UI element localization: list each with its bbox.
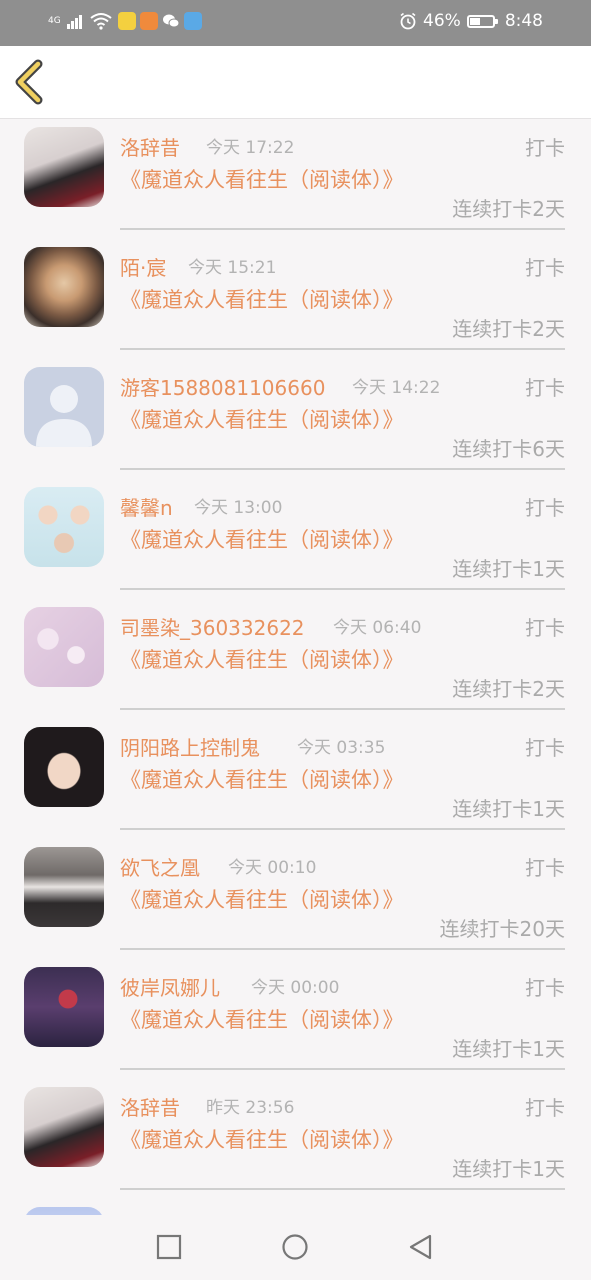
list-item[interactable]: 洛辞昔 昨天 23:56 打卡 《魔道众人看往生（阅读体）》 连续打卡1天	[0, 1079, 591, 1199]
divider	[120, 1188, 565, 1190]
wechat-icon	[162, 12, 180, 30]
streak-text: 连续打卡1天	[452, 1157, 565, 1181]
checkin-time: 昨天 23:56	[206, 1098, 295, 1118]
checkin-label: 打卡	[525, 976, 565, 1000]
checkin-label: 打卡	[525, 496, 565, 520]
streak-text: 连续打卡2天	[452, 677, 565, 701]
list-item[interactable]: 游客1588081106660 今天 14:22 打卡 《魔道众人看往生（阅读体…	[0, 359, 591, 479]
user-name[interactable]: 彼岸凤娜儿	[120, 975, 220, 1001]
book-title[interactable]: 《魔道众人看往生（阅读体）》	[120, 165, 404, 195]
avatar[interactable]	[24, 847, 104, 927]
book-title[interactable]: 《魔道众人看往生（阅读体）》	[120, 405, 404, 435]
list-item[interactable]: 洛辞昔 今天 17:22 打卡 《魔道众人看往生（阅读体）》 连续打卡2天	[0, 119, 591, 239]
user-name[interactable]: 馨馨n	[120, 495, 173, 521]
avatar[interactable]	[24, 607, 104, 687]
list-item[interactable]: 馨馨n 今天 13:00 打卡 《魔道众人看往生（阅读体）》 连续打卡1天	[0, 479, 591, 599]
streak-text: 连续打卡1天	[452, 557, 565, 581]
book-title[interactable]: 《魔道众人看往生（阅读体）》	[120, 1005, 404, 1035]
streak-text: 连续打卡6天	[452, 437, 565, 461]
recent-apps-icon[interactable]	[155, 1233, 183, 1261]
checkin-label: 打卡	[525, 1096, 565, 1120]
checkin-label: 打卡	[525, 256, 565, 280]
back-triangle-icon[interactable]	[406, 1233, 434, 1261]
divider	[120, 348, 565, 350]
divider	[120, 588, 565, 590]
list-item[interactable]: 欲飞之凰 今天 00:10 打卡 《魔道众人看往生（阅读体）》 连续打卡20天	[0, 839, 591, 959]
avatar[interactable]	[24, 1087, 104, 1167]
clock: 8:48	[504, 11, 543, 31]
book-title[interactable]: 《魔道众人看往生（阅读体）》	[120, 1125, 404, 1155]
avatar[interactable]	[24, 487, 104, 567]
checkin-time: 今天 13:00	[194, 498, 283, 518]
list-item[interactable]: 阴阳路上控制鬼 今天 03:35 打卡 《魔道众人看往生（阅读体）》 连续打卡1…	[0, 719, 591, 839]
checkin-label: 打卡	[525, 856, 565, 880]
checkin-label: 打卡	[525, 376, 565, 400]
checkin-time: 今天 06:40	[333, 618, 422, 638]
battery-icon	[466, 14, 498, 28]
user-name[interactable]: 洛辞昔	[120, 135, 180, 161]
checkin-time: 今天 03:35	[297, 738, 386, 758]
avatar[interactable]	[24, 127, 104, 207]
book-title[interactable]: 《魔道众人看往生（阅读体）》	[120, 645, 404, 675]
app-notification-icon	[117, 12, 136, 30]
divider	[120, 1068, 565, 1070]
avatar[interactable]	[24, 967, 104, 1047]
streak-text: 连续打卡2天	[452, 317, 565, 341]
checkin-time: 今天 00:00	[251, 978, 340, 998]
avatar[interactable]	[24, 247, 104, 327]
user-name[interactable]: 陌·宸	[120, 255, 166, 281]
streak-text: 连续打卡1天	[452, 1037, 565, 1061]
streak-text: 连续打卡20天	[439, 917, 565, 941]
browser-app-icon	[183, 12, 202, 30]
signal-icon	[66, 13, 82, 29]
user-name[interactable]: 阴阳路上控制鬼	[120, 735, 260, 761]
checkin-label: 打卡	[525, 736, 565, 760]
checkin-time: 今天 17:22	[206, 138, 295, 158]
divider	[120, 708, 565, 710]
user-name[interactable]: 司墨染_360332622	[120, 615, 305, 641]
top-nav-bar	[0, 46, 591, 119]
system-nav-bar	[0, 1215, 591, 1280]
checkin-label: 打卡	[525, 616, 565, 640]
user-name[interactable]: 欲飞之凰	[120, 855, 200, 881]
streak-text: 连续打卡1天	[452, 797, 565, 821]
home-icon[interactable]	[281, 1233, 309, 1261]
book-title[interactable]: 《魔道众人看往生（阅读体）》	[120, 765, 404, 795]
battery-percent: 46%	[423, 11, 461, 31]
checkin-time: 今天 14:22	[352, 378, 441, 398]
book-title[interactable]: 《魔道众人看往生（阅读体）》	[120, 885, 404, 915]
alarm-icon	[400, 12, 416, 30]
list-item[interactable]: 彼岸凤娜儿 今天 00:00 打卡 《魔道众人看往生（阅读体）》 连续打卡1天	[0, 959, 591, 1079]
user-name[interactable]: 游客1588081106660	[120, 375, 325, 401]
wifi-icon	[90, 13, 112, 30]
default-user-icon	[36, 385, 92, 447]
divider	[120, 828, 565, 830]
user-name[interactable]: 洛辞昔	[120, 1095, 180, 1121]
status-left: 4G	[48, 12, 202, 30]
checkin-label: 打卡	[525, 136, 565, 160]
avatar[interactable]	[24, 367, 104, 447]
video-app-icon	[139, 12, 158, 30]
network-type: 4G	[48, 15, 61, 26]
divider	[120, 228, 565, 230]
list-item[interactable]: 司墨染_360332622 今天 06:40 打卡 《魔道众人看往生（阅读体）》…	[0, 599, 591, 719]
status-bar: 4G 46% 8:48	[0, 0, 591, 46]
status-right: 46% 8:48	[399, 11, 543, 31]
battery-level-fill	[469, 17, 480, 25]
list-item[interactable]: 陌·宸 今天 15:21 打卡 《魔道众人看往生（阅读体）》 连续打卡2天	[0, 239, 591, 359]
book-title[interactable]: 《魔道众人看往生（阅读体）》	[120, 285, 404, 315]
chevron-left-icon[interactable]	[10, 58, 54, 106]
divider	[120, 948, 565, 950]
checkin-time: 今天 00:10	[228, 858, 317, 878]
checkin-list: 洛辞昔 今天 17:22 打卡 《魔道众人看往生（阅读体）》 连续打卡2天 陌·…	[0, 119, 591, 1247]
divider	[120, 468, 565, 470]
checkin-time: 今天 15:21	[188, 258, 277, 278]
book-title[interactable]: 《魔道众人看往生（阅读体）》	[120, 525, 404, 555]
streak-text: 连续打卡2天	[452, 197, 565, 221]
avatar[interactable]	[24, 727, 104, 807]
